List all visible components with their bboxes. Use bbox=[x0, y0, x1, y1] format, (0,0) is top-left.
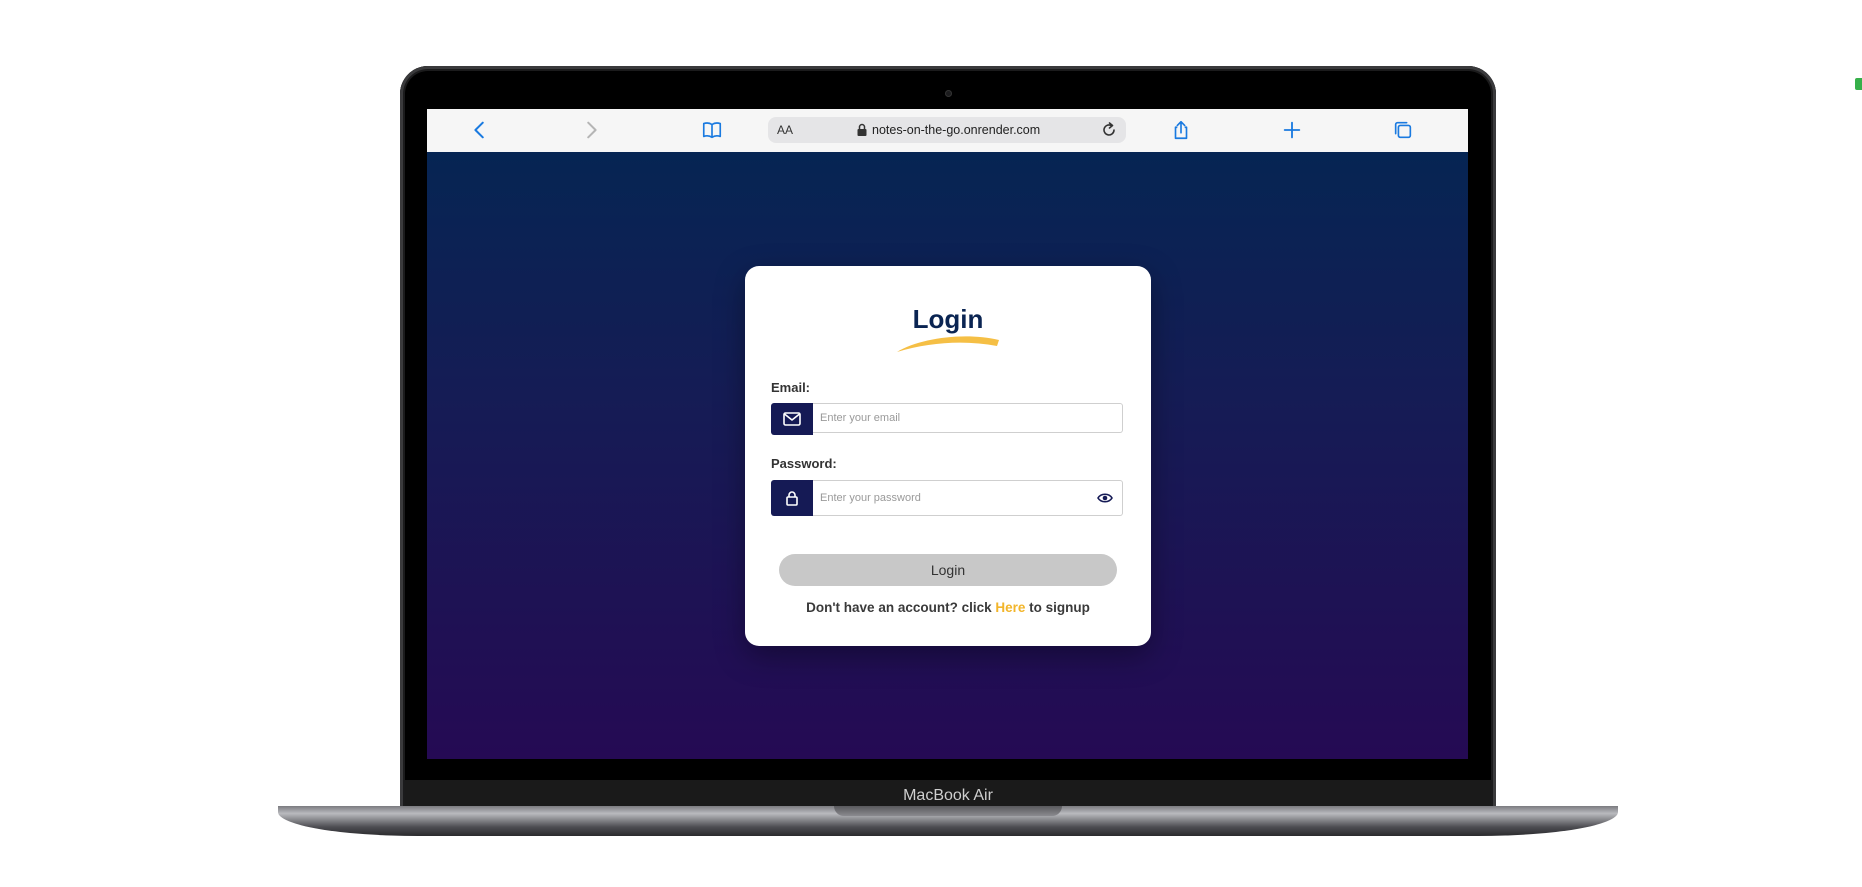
password-input[interactable] bbox=[813, 480, 1123, 516]
reload-icon[interactable] bbox=[1099, 120, 1119, 140]
login-card: Login Email: Password: Login Don't have … bbox=[745, 266, 1151, 646]
reader-button[interactable]: AA bbox=[777, 117, 793, 143]
laptop-screen: AA notes-on-the-go.onrender.com Login Em… bbox=[427, 109, 1468, 759]
login-button[interactable]: Login bbox=[779, 554, 1117, 586]
laptop-base-notch bbox=[834, 806, 1062, 816]
envelope-icon bbox=[783, 412, 801, 426]
url-text: notes-on-the-go.onrender.com bbox=[872, 123, 1041, 137]
chevron-left-icon bbox=[474, 121, 484, 139]
signup-prefix: Don't have an account? click bbox=[806, 600, 996, 615]
signup-prompt: Don't have an account? click Here to sig… bbox=[745, 600, 1151, 615]
password-icon-box bbox=[771, 480, 813, 516]
email-input[interactable] bbox=[813, 403, 1123, 433]
bookmarks-button[interactable] bbox=[698, 117, 726, 143]
swoosh-decoration bbox=[897, 336, 999, 352]
email-icon-box bbox=[771, 403, 813, 435]
forward-button[interactable] bbox=[577, 117, 605, 143]
tabs-button[interactable] bbox=[1389, 117, 1417, 143]
share-button[interactable] bbox=[1167, 117, 1195, 143]
browser-toolbar: AA notes-on-the-go.onrender.com bbox=[427, 109, 1468, 153]
password-label: Password: bbox=[771, 456, 837, 471]
eye-icon[interactable] bbox=[1097, 491, 1113, 505]
signup-link[interactable]: Here bbox=[995, 600, 1025, 615]
plus-icon bbox=[1283, 121, 1301, 139]
login-title: Login bbox=[912, 304, 984, 334]
signup-suffix: to signup bbox=[1025, 600, 1090, 615]
password-field bbox=[771, 480, 1125, 516]
book-icon bbox=[702, 122, 722, 139]
edge-badge-icon bbox=[1855, 78, 1862, 90]
back-button[interactable] bbox=[466, 117, 494, 143]
new-tab-button[interactable] bbox=[1278, 117, 1306, 143]
share-icon bbox=[1174, 120, 1188, 140]
lock-icon bbox=[857, 123, 867, 136]
lock-icon bbox=[786, 491, 798, 506]
address-bar[interactable]: AA notes-on-the-go.onrender.com bbox=[768, 117, 1126, 143]
email-field bbox=[771, 403, 1125, 435]
chevron-right-icon bbox=[587, 121, 597, 139]
camera-dot bbox=[945, 90, 952, 97]
tabs-icon bbox=[1394, 121, 1412, 139]
page-background: Login Email: Password: Login Don't have … bbox=[427, 152, 1468, 759]
email-label: Email: bbox=[771, 380, 811, 395]
